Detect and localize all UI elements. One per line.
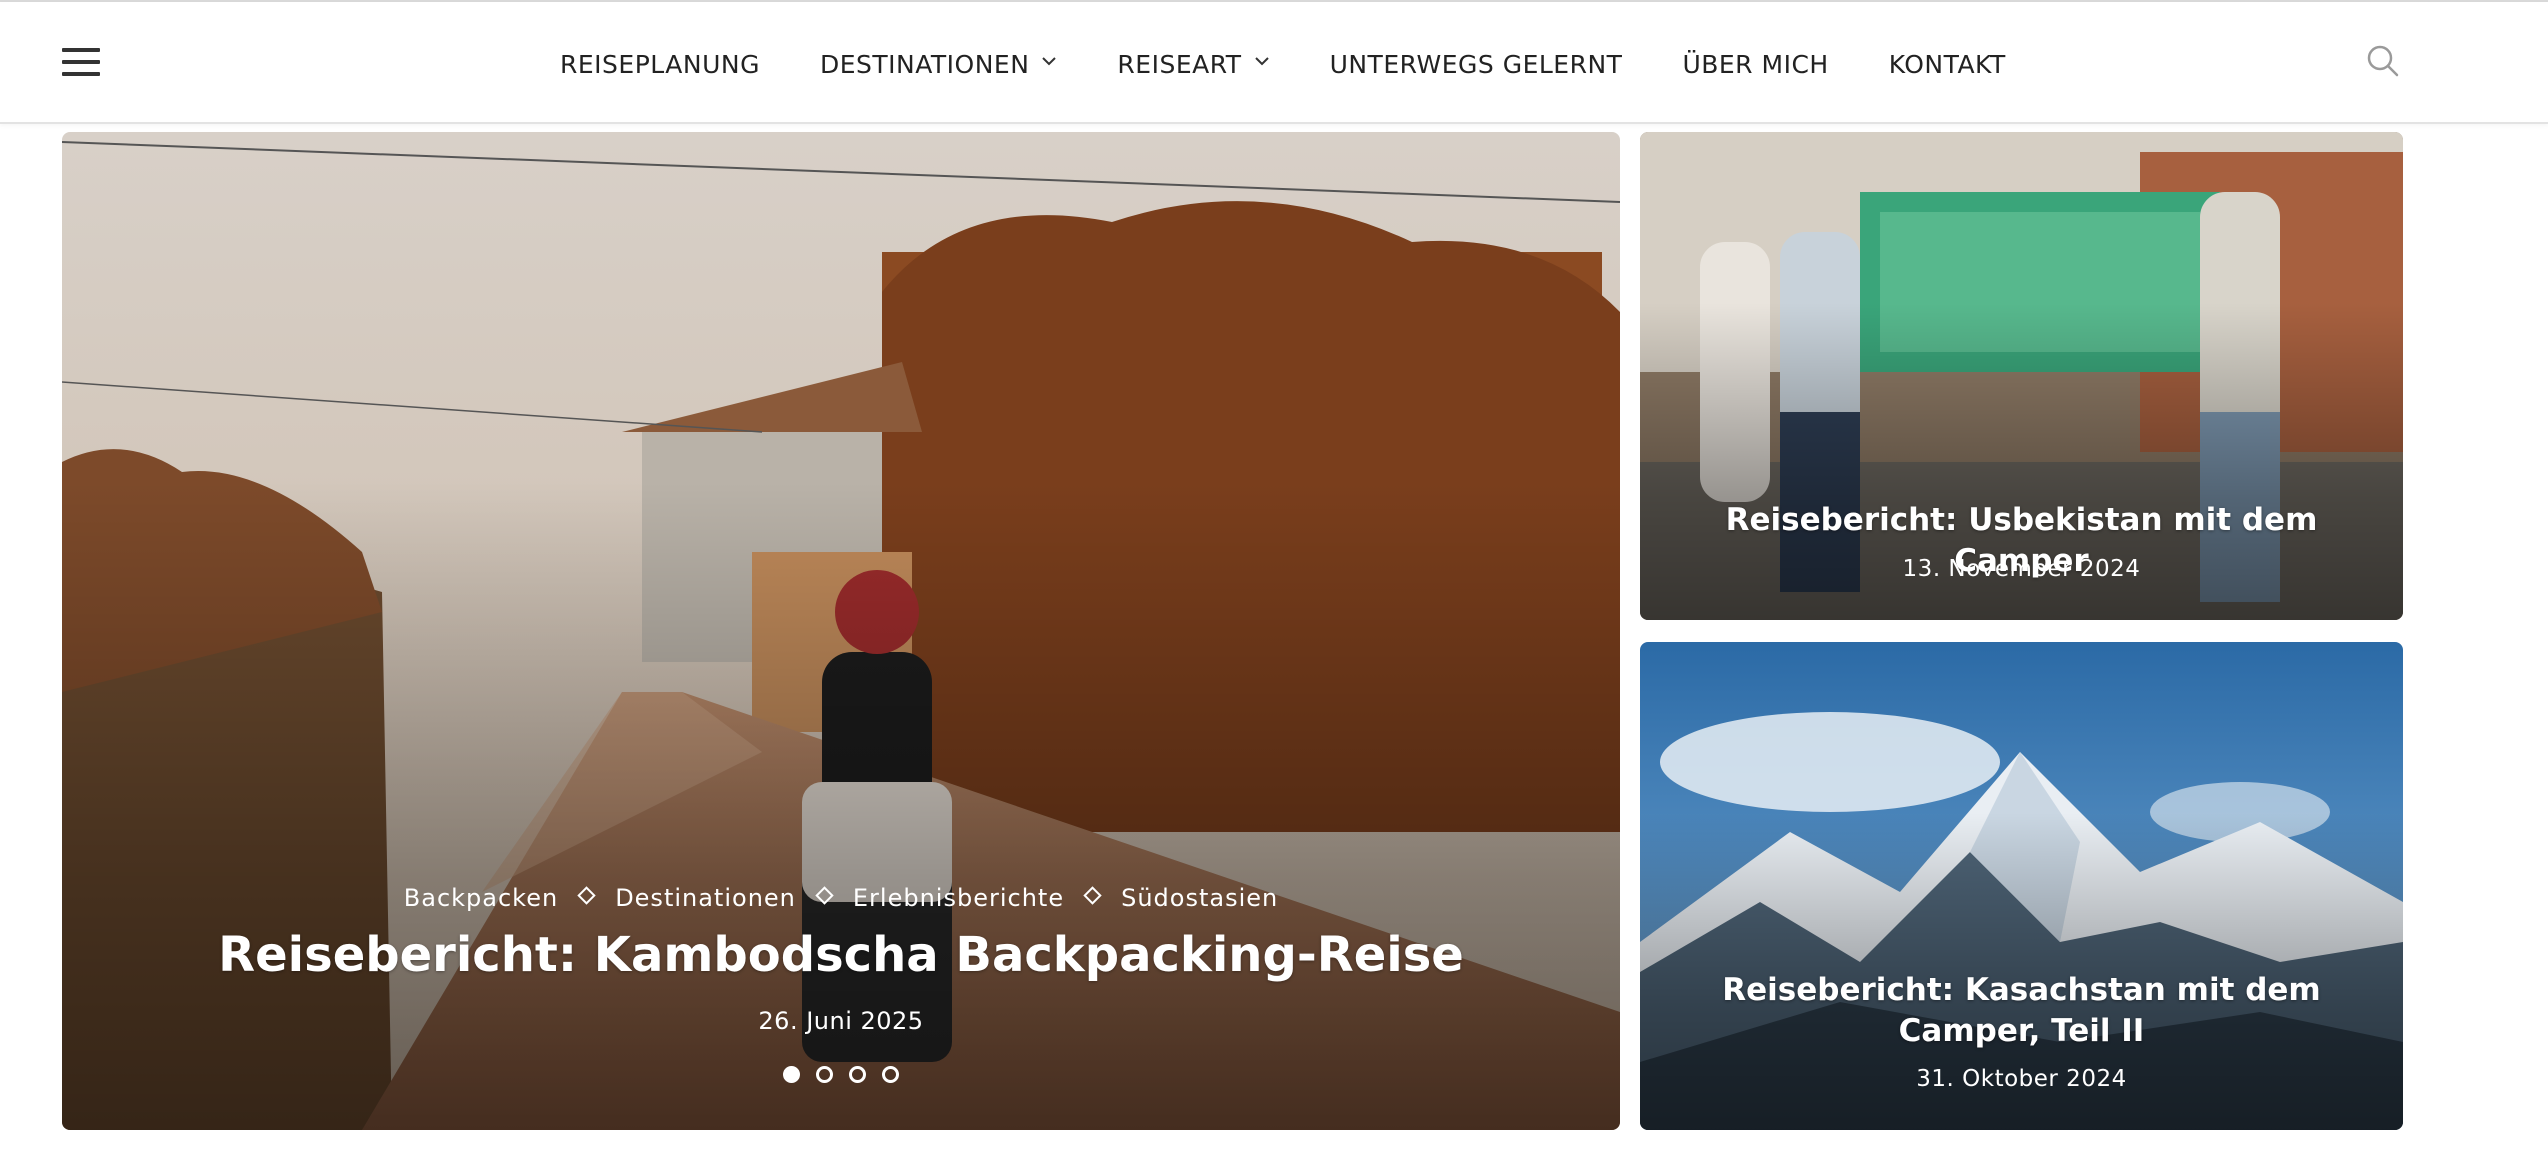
slider-dot[interactable] (816, 1066, 833, 1083)
nav-kontakt[interactable]: KONTAKT (1889, 50, 2006, 79)
diamond-separator-icon (1083, 886, 1102, 905)
chevron-down-icon (1042, 57, 1057, 66)
nav-reiseplanung[interactable]: REISEPLANUNG (560, 50, 760, 79)
nav-label: UNTERWEGS GELERNT (1329, 49, 1623, 79)
featured-post-kasachstan[interactable]: Reisebericht: Kasachstan mit dem Camper,… (1640, 642, 2403, 1130)
slider-dot[interactable] (849, 1066, 866, 1083)
nav-destinationen[interactable]: DESTINATIONEN (820, 50, 1057, 79)
category-link[interactable]: Destinationen (615, 884, 796, 912)
category-link[interactable]: Südostasien (1121, 884, 1278, 912)
hamburger-menu-icon[interactable] (62, 48, 100, 76)
slider-dot[interactable] (882, 1066, 899, 1083)
slider-pagination (62, 1066, 1620, 1083)
category-link[interactable]: Erlebnisberichte (853, 884, 1064, 912)
post-overlay (1640, 642, 2403, 1130)
hero-date: 26. Juni 2025 (758, 1007, 924, 1035)
site-header: REISEPLANUNG DESTINATIONEN REISEART UNTE… (0, 2, 2548, 124)
nav-label: ÜBER MICH (1682, 49, 1829, 79)
nav-reiseart[interactable]: REISEART (1117, 50, 1269, 79)
nav-label: KONTAKT (1888, 49, 2006, 79)
nav-unterwegs-gelernt[interactable]: UNTERWEGS GELERNT (1330, 50, 1623, 79)
chevron-down-icon (1254, 57, 1269, 66)
nav-label: REISEPLANUNG (560, 49, 760, 79)
diamond-separator-icon (815, 886, 834, 905)
post-title[interactable]: Reisebericht: Kasachstan mit dem Camper,… (1660, 970, 2383, 1052)
hero-categories: Backpacken Destinationen Erlebnisberichte S… (62, 884, 1620, 912)
post-date: 31. Oktober 2024 (1916, 1066, 2127, 1092)
nav-ueber-mich[interactable]: ÜBER MICH (1682, 50, 1828, 79)
category-link[interactable]: Backpacken (404, 884, 558, 912)
search-icon[interactable] (2366, 44, 2400, 78)
nav-label: DESTINATIONEN (819, 49, 1030, 79)
featured-post-usbekistan[interactable]: Reisebericht: Usbekistan mit dem Camper … (1640, 132, 2403, 620)
main-navigation: REISEPLANUNG DESTINATIONEN REISEART UNTE… (560, 46, 2006, 82)
nav-label: REISEART (1117, 49, 1242, 79)
post-date: 13. November 2024 (1902, 556, 2141, 582)
diamond-separator-icon (577, 886, 596, 905)
hero-slider[interactable]: Backpacken Destinationen Erlebnisberichte S… (62, 132, 1620, 1130)
slider-dot[interactable] (783, 1066, 800, 1083)
hero-title[interactable]: Reisebericht: Kambodscha Backpacking-Rei… (62, 927, 1620, 983)
